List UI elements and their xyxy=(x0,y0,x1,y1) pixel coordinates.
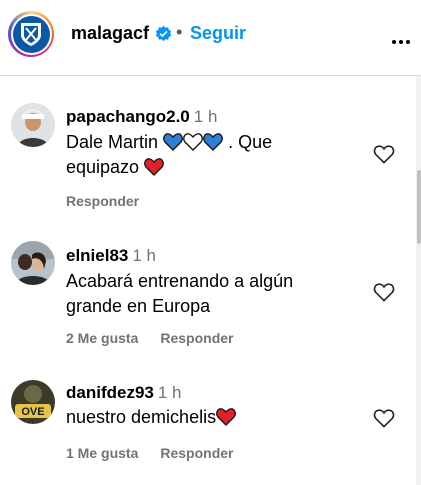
comment-item: elniel83 1 h Acabará entrenando a algún g… xyxy=(0,216,410,356)
comment-username[interactable]: danifdez93 xyxy=(66,383,154,402)
comment-avatar[interactable] xyxy=(11,241,55,285)
reply-button[interactable]: Responder xyxy=(160,330,233,346)
comment-time: 1 h xyxy=(157,383,182,402)
white-heart-icon xyxy=(183,132,203,152)
comment-text: nuestro demichelis xyxy=(66,405,326,430)
follow-button[interactable]: Seguir xyxy=(190,23,246,44)
malaga-crest-logo xyxy=(12,15,50,53)
comment-avatar[interactable]: OVE xyxy=(11,380,55,424)
comment-item: OVE danifdez93 1 h nuestro demichelis 1 M… xyxy=(0,356,410,485)
like-heart-icon[interactable] xyxy=(373,282,395,307)
reply-button[interactable]: Responder xyxy=(160,445,233,461)
like-heart-icon[interactable] xyxy=(373,408,395,433)
comment-item: papachango2.0 1 h Dale Martin . Que equip… xyxy=(0,76,410,216)
profile-avatar[interactable] xyxy=(8,11,54,57)
blue-heart-icon xyxy=(163,132,183,152)
comment-text: Acabará entrenando a algún grande en Eur… xyxy=(66,271,294,316)
header-username[interactable]: malagacf xyxy=(71,23,149,44)
red-heart-icon xyxy=(216,407,236,427)
red-heart-icon xyxy=(144,157,164,177)
likes-count[interactable]: 2 Me gusta xyxy=(66,330,138,346)
post-header: malagacf • Seguir xyxy=(0,0,421,76)
comment-username[interactable]: elniel83 xyxy=(66,246,128,265)
likes-count[interactable]: 1 Me gusta xyxy=(66,445,138,461)
scrollbar-track[interactable] xyxy=(416,76,421,485)
blue-heart-icon xyxy=(203,132,223,152)
header-separator: • xyxy=(176,22,183,42)
comment-text: Dale Martin . Que equipazo xyxy=(66,132,273,177)
svg-text:OVE: OVE xyxy=(21,406,44,418)
more-options-icon[interactable] xyxy=(392,31,413,49)
reply-button[interactable]: Responder xyxy=(66,193,139,209)
like-heart-icon[interactable] xyxy=(373,144,395,169)
comment-time: 1 h xyxy=(193,107,218,126)
verified-badge-icon xyxy=(155,25,172,47)
comment-avatar[interactable] xyxy=(11,103,55,147)
comment-time: 1 h xyxy=(132,246,157,265)
scrollbar-thumb[interactable] xyxy=(417,170,421,244)
comment-username[interactable]: papachango2.0 xyxy=(66,107,190,126)
